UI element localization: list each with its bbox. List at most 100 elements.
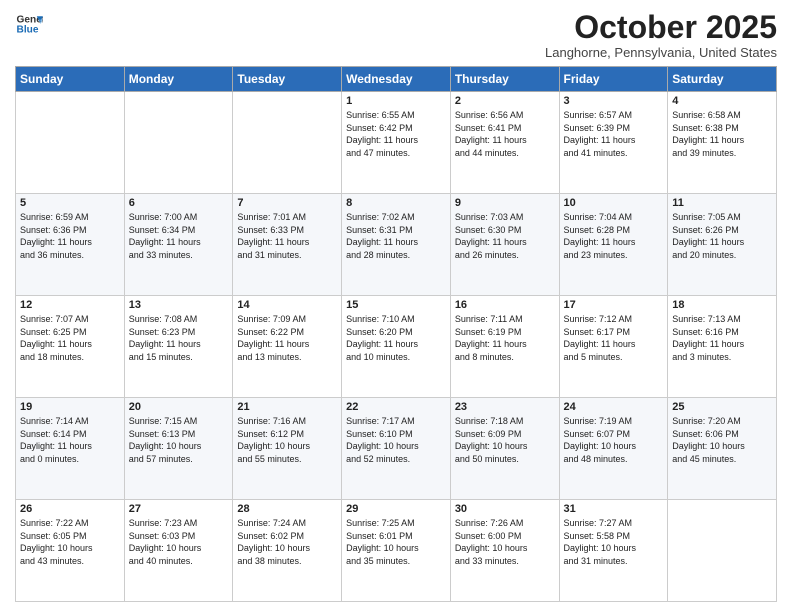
day-number: 17 bbox=[564, 299, 664, 311]
day-cell-0-0 bbox=[16, 92, 125, 194]
day-number: 2 bbox=[455, 95, 555, 107]
day-info: Sunrise: 7:07 AM Sunset: 6:25 PM Dayligh… bbox=[20, 313, 120, 363]
day-cell-3-0: 19 Sunrise: 7:14 AM Sunset: 6:14 PM Dayli… bbox=[16, 398, 125, 500]
day-info: Sunrise: 7:17 AM Sunset: 6:10 PM Dayligh… bbox=[346, 415, 446, 465]
day-number: 22 bbox=[346, 401, 446, 413]
day-info: Sunrise: 7:10 AM Sunset: 6:20 PM Dayligh… bbox=[346, 313, 446, 363]
day-info: Sunrise: 7:13 AM Sunset: 6:16 PM Dayligh… bbox=[672, 313, 772, 363]
day-info: Sunrise: 7:01 AM Sunset: 6:33 PM Dayligh… bbox=[237, 211, 337, 261]
day-cell-4-5: 31 Sunrise: 7:27 AM Sunset: 5:58 PM Dayli… bbox=[559, 500, 668, 602]
week-row-2: 12 Sunrise: 7:07 AM Sunset: 6:25 PM Dayli… bbox=[16, 296, 777, 398]
day-number: 31 bbox=[564, 503, 664, 515]
day-number: 9 bbox=[455, 197, 555, 209]
day-number: 3 bbox=[564, 95, 664, 107]
header: General Blue October 2025 Langhorne, Pen… bbox=[15, 10, 777, 60]
day-info: Sunrise: 6:55 AM Sunset: 6:42 PM Dayligh… bbox=[346, 109, 446, 159]
day-cell-3-1: 20Sunrise: 7:15 AM Sunset: 6:13 PM Dayli… bbox=[124, 398, 233, 500]
day-number: 18 bbox=[672, 299, 772, 311]
day-info: Sunrise: 7:02 AM Sunset: 6:31 PM Dayligh… bbox=[346, 211, 446, 261]
calendar-table: Sunday Monday Tuesday Wednesday Thursday… bbox=[15, 66, 777, 602]
day-number: 10 bbox=[564, 197, 664, 209]
logo: General Blue bbox=[15, 10, 43, 38]
day-cell-2-1: 13 Sunrise: 7:08 AM Sunset: 6:23 PM Dayli… bbox=[124, 296, 233, 398]
day-cell-1-2: 7 Sunrise: 7:01 AM Sunset: 6:33 PM Daylig… bbox=[233, 194, 342, 296]
day-info: Sunrise: 7:14 AM Sunset: 6:14 PM Dayligh… bbox=[20, 415, 120, 465]
day-cell-3-3: 22 Sunrise: 7:17 AM Sunset: 6:10 PM Dayli… bbox=[342, 398, 451, 500]
day-number: 21 bbox=[237, 401, 337, 413]
day-info: Sunrise: 7:18 AM Sunset: 6:09 PM Dayligh… bbox=[455, 415, 555, 465]
day-cell-1-4: 9 Sunrise: 7:03 AM Sunset: 6:30 PM Daylig… bbox=[450, 194, 559, 296]
col-friday: Friday bbox=[559, 67, 668, 92]
day-cell-0-4: 2 Sunrise: 6:56 AM Sunset: 6:41 PM Daylig… bbox=[450, 92, 559, 194]
day-info: Sunrise: 6:56 AM Sunset: 6:41 PM Dayligh… bbox=[455, 109, 555, 159]
day-cell-4-6 bbox=[668, 500, 777, 602]
page: General Blue October 2025 Langhorne, Pen… bbox=[0, 0, 792, 612]
day-number: 12 bbox=[20, 299, 120, 311]
day-number: 28 bbox=[237, 503, 337, 515]
day-info: Sunrise: 7:00 AM Sunset: 6:34 PM Dayligh… bbox=[129, 211, 229, 261]
week-row-0: 1 Sunrise: 6:55 AM Sunset: 6:42 PM Daylig… bbox=[16, 92, 777, 194]
day-number: 26 bbox=[20, 503, 120, 515]
day-cell-3-6: 25Sunrise: 7:20 AM Sunset: 6:06 PM Dayli… bbox=[668, 398, 777, 500]
week-row-3: 19 Sunrise: 7:14 AM Sunset: 6:14 PM Dayli… bbox=[16, 398, 777, 500]
day-cell-4-1: 27Sunrise: 7:23 AM Sunset: 6:03 PM Dayli… bbox=[124, 500, 233, 602]
week-row-4: 26Sunrise: 7:22 AM Sunset: 6:05 PM Dayli… bbox=[16, 500, 777, 602]
day-cell-4-3: 29 Sunrise: 7:25 AM Sunset: 6:01 PM Dayli… bbox=[342, 500, 451, 602]
day-cell-1-1: 6 Sunrise: 7:00 AM Sunset: 6:34 PM Daylig… bbox=[124, 194, 233, 296]
col-sunday: Sunday bbox=[16, 67, 125, 92]
day-info: Sunrise: 7:26 AM Sunset: 6:00 PM Dayligh… bbox=[455, 517, 555, 567]
day-number: 13 bbox=[129, 299, 229, 311]
col-wednesday: Wednesday bbox=[342, 67, 451, 92]
col-monday: Monday bbox=[124, 67, 233, 92]
day-cell-2-6: 18 Sunrise: 7:13 AM Sunset: 6:16 PM Dayli… bbox=[668, 296, 777, 398]
day-info: Sunrise: 7:23 AM Sunset: 6:03 PM Dayligh… bbox=[129, 517, 229, 567]
day-info: Sunrise: 7:27 AM Sunset: 5:58 PM Dayligh… bbox=[564, 517, 664, 567]
day-info: Sunrise: 6:58 AM Sunset: 6:38 PM Dayligh… bbox=[672, 109, 772, 159]
day-info: Sunrise: 6:57 AM Sunset: 6:39 PM Dayligh… bbox=[564, 109, 664, 159]
day-info: Sunrise: 7:09 AM Sunset: 6:22 PM Dayligh… bbox=[237, 313, 337, 363]
day-cell-1-6: 11 Sunrise: 7:05 AM Sunset: 6:26 PM Dayli… bbox=[668, 194, 777, 296]
svg-text:Blue: Blue bbox=[17, 25, 39, 36]
day-cell-4-0: 26Sunrise: 7:22 AM Sunset: 6:05 PM Dayli… bbox=[16, 500, 125, 602]
calendar-header-row: Sunday Monday Tuesday Wednesday Thursday… bbox=[16, 67, 777, 92]
day-cell-4-4: 30 Sunrise: 7:26 AM Sunset: 6:00 PM Dayli… bbox=[450, 500, 559, 602]
day-info: Sunrise: 7:25 AM Sunset: 6:01 PM Dayligh… bbox=[346, 517, 446, 567]
day-number: 4 bbox=[672, 95, 772, 107]
day-cell-0-3: 1 Sunrise: 6:55 AM Sunset: 6:42 PM Daylig… bbox=[342, 92, 451, 194]
day-number: 7 bbox=[237, 197, 337, 209]
day-info: Sunrise: 7:05 AM Sunset: 6:26 PM Dayligh… bbox=[672, 211, 772, 261]
day-number: 8 bbox=[346, 197, 446, 209]
day-number: 1 bbox=[346, 95, 446, 107]
day-number: 30 bbox=[455, 503, 555, 515]
day-number: 6 bbox=[129, 197, 229, 209]
week-row-1: 5 Sunrise: 6:59 AM Sunset: 6:36 PM Daylig… bbox=[16, 194, 777, 296]
logo-icon: General Blue bbox=[15, 10, 43, 38]
day-number: 23 bbox=[455, 401, 555, 413]
day-cell-0-5: 3 Sunrise: 6:57 AM Sunset: 6:39 PM Daylig… bbox=[559, 92, 668, 194]
day-number: 14 bbox=[237, 299, 337, 311]
title-block: October 2025 Langhorne, Pennsylvania, Un… bbox=[545, 10, 777, 60]
day-cell-1-5: 10Sunrise: 7:04 AM Sunset: 6:28 PM Dayli… bbox=[559, 194, 668, 296]
day-cell-2-3: 15 Sunrise: 7:10 AM Sunset: 6:20 PM Dayli… bbox=[342, 296, 451, 398]
day-cell-0-1 bbox=[124, 92, 233, 194]
day-cell-2-4: 16Sunrise: 7:11 AM Sunset: 6:19 PM Dayli… bbox=[450, 296, 559, 398]
day-number: 15 bbox=[346, 299, 446, 311]
col-tuesday: Tuesday bbox=[233, 67, 342, 92]
day-number: 29 bbox=[346, 503, 446, 515]
day-cell-2-2: 14 Sunrise: 7:09 AM Sunset: 6:22 PM Dayli… bbox=[233, 296, 342, 398]
day-number: 5 bbox=[20, 197, 120, 209]
day-number: 11 bbox=[672, 197, 772, 209]
day-info: Sunrise: 7:20 AM Sunset: 6:06 PM Dayligh… bbox=[672, 415, 772, 465]
day-info: Sunrise: 6:59 AM Sunset: 6:36 PM Dayligh… bbox=[20, 211, 120, 261]
day-info: Sunrise: 7:15 AM Sunset: 6:13 PM Dayligh… bbox=[129, 415, 229, 465]
col-saturday: Saturday bbox=[668, 67, 777, 92]
day-info: Sunrise: 7:08 AM Sunset: 6:23 PM Dayligh… bbox=[129, 313, 229, 363]
day-cell-4-2: 28Sunrise: 7:24 AM Sunset: 6:02 PM Dayli… bbox=[233, 500, 342, 602]
day-cell-1-0: 5 Sunrise: 6:59 AM Sunset: 6:36 PM Daylig… bbox=[16, 194, 125, 296]
day-cell-2-5: 17 Sunrise: 7:12 AM Sunset: 6:17 PM Dayli… bbox=[559, 296, 668, 398]
day-cell-1-3: 8 Sunrise: 7:02 AM Sunset: 6:31 PM Daylig… bbox=[342, 194, 451, 296]
day-info: Sunrise: 7:03 AM Sunset: 6:30 PM Dayligh… bbox=[455, 211, 555, 261]
day-info: Sunrise: 7:16 AM Sunset: 6:12 PM Dayligh… bbox=[237, 415, 337, 465]
day-number: 19 bbox=[20, 401, 120, 413]
day-info: Sunrise: 7:12 AM Sunset: 6:17 PM Dayligh… bbox=[564, 313, 664, 363]
